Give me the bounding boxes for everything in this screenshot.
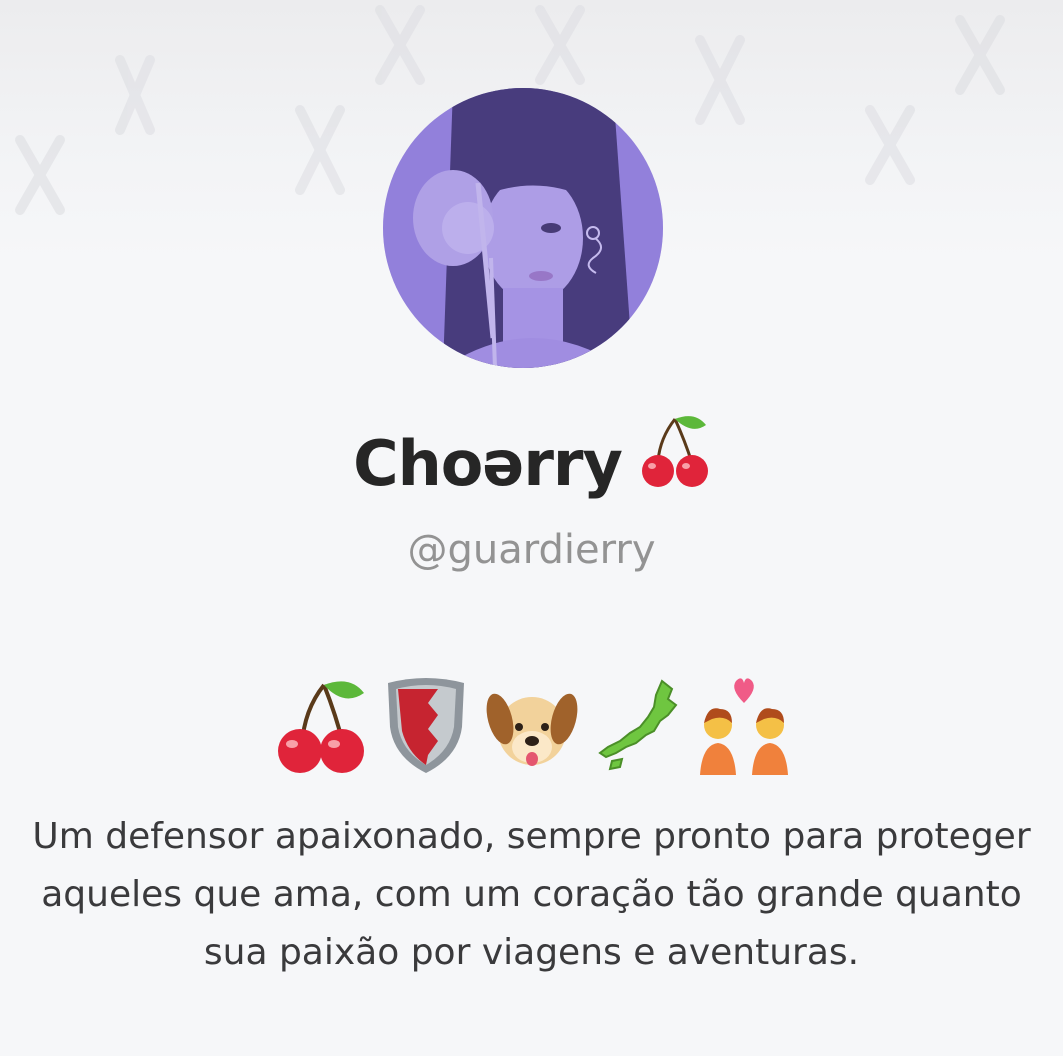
cherries-icon bbox=[277, 681, 364, 773]
cherries-icon bbox=[640, 413, 710, 510]
profile-avatar-photo bbox=[383, 88, 663, 368]
shield-icon bbox=[387, 678, 464, 773]
profile-display-name: Choərry bbox=[0, 416, 1063, 510]
dog-face-icon bbox=[486, 693, 577, 766]
japan-map-icon bbox=[597, 679, 677, 771]
bio-emoji-row bbox=[0, 675, 1063, 775]
couple-with-heart-icon bbox=[699, 678, 788, 775]
profile-avatar[interactable] bbox=[383, 88, 663, 368]
display-name-text: Choərry bbox=[353, 427, 623, 500]
profile-bio: Um defensor apaixonado, sempre pronto pa… bbox=[32, 816, 1031, 973]
profile-username: @guardierry bbox=[407, 527, 656, 573]
